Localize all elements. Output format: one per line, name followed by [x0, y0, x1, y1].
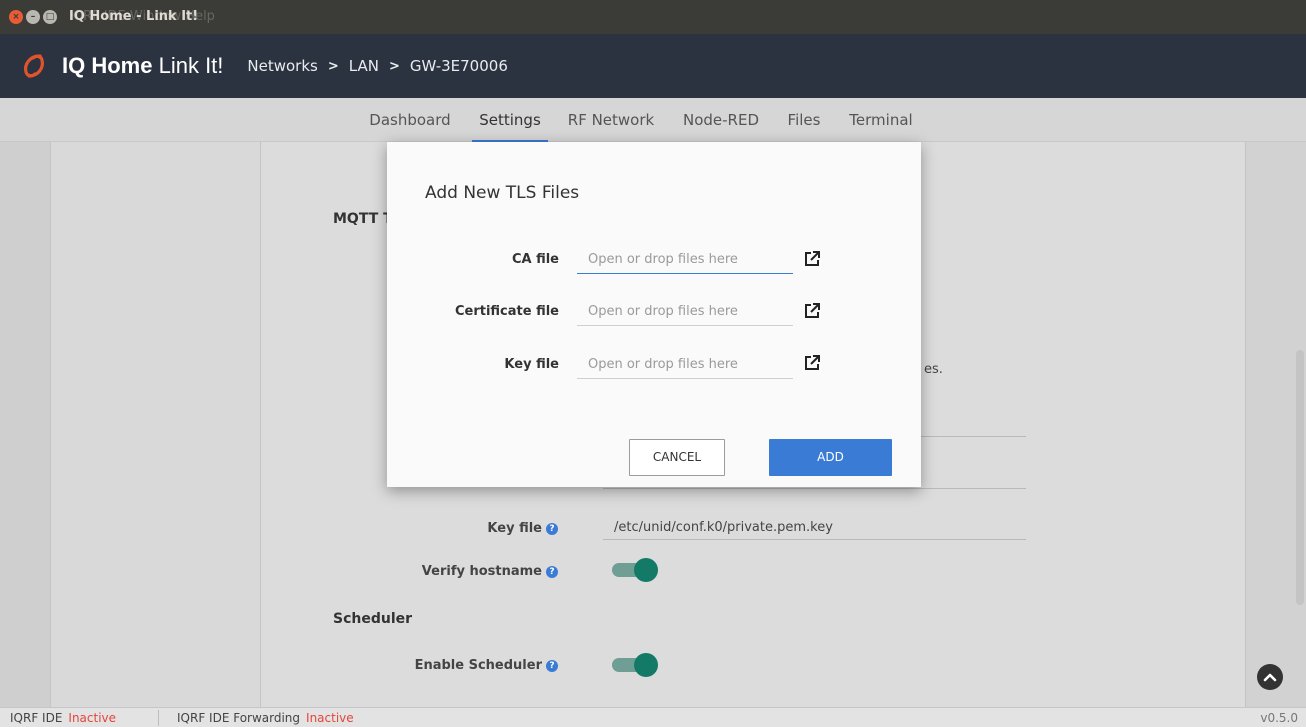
- tab-terminal[interactable]: Terminal: [840, 98, 922, 142]
- breadcrumb: Networks > LAN > GW-3E70006: [247, 57, 507, 75]
- breadcrumb-lan[interactable]: LAN: [349, 57, 379, 75]
- key-file-input[interactable]: Open or drop files here: [577, 351, 793, 379]
- enable-scheduler-label: Enable Scheduler?: [400, 658, 558, 673]
- ide-status-value: Inactive: [68, 711, 117, 725]
- add-tls-files-dialog: Add New TLS Files CA file Open or drop f…: [387, 142, 921, 487]
- enable-scheduler-toggle[interactable]: [612, 653, 658, 677]
- ide-forwarding-label: IQRF IDE Forwarding: [177, 711, 301, 725]
- tab-dashboard[interactable]: Dashboard: [360, 98, 460, 142]
- open-external-icon[interactable]: [801, 352, 823, 374]
- os-title-text: IQ Home - Link It!: [69, 9, 199, 24]
- tab-files[interactable]: Files: [782, 98, 826, 142]
- status-bar: IQRF IDE Inactive IQRF IDE Forwarding Inac…: [0, 707, 1306, 727]
- breadcrumb-networks[interactable]: Networks: [247, 57, 317, 75]
- scroll-to-top-button[interactable]: [1257, 664, 1283, 690]
- minimize-window-icon[interactable]: –: [26, 10, 40, 24]
- left-gutter: [0, 142, 50, 707]
- brand-bold: IQ Home: [62, 53, 153, 78]
- mqtt-section-heading: MQTT T: [333, 211, 393, 227]
- chevron-right-icon: >: [388, 58, 400, 74]
- add-button[interactable]: ADD: [769, 439, 892, 476]
- ca-file-input[interactable]: Open or drop files here: [577, 246, 793, 274]
- left-panel: [50, 142, 260, 707]
- ide-forwarding-status: IQRF IDE Forwarding Inactive: [177, 711, 354, 725]
- input-underline: [603, 488, 1026, 489]
- maximize-window-icon[interactable]: □: [43, 10, 57, 24]
- ide-status: IQRF IDE Inactive: [10, 711, 116, 725]
- brand-light: Link It!: [158, 53, 224, 78]
- help-icon[interactable]: ?: [546, 660, 558, 672]
- key-file-label: Key file?: [420, 521, 558, 536]
- toggle-knob: [634, 558, 658, 582]
- certificate-file-input[interactable]: Open or drop files here: [577, 298, 793, 326]
- enable-scheduler-label-text: Enable Scheduler: [414, 658, 542, 673]
- tab-node-red[interactable]: Node-RED: [676, 98, 766, 142]
- open-external-icon[interactable]: [801, 248, 823, 270]
- close-window-icon[interactable]: ×: [9, 10, 23, 24]
- key-file-label-dialog: Key file: [504, 357, 559, 372]
- tab-rf-network[interactable]: RF Network: [562, 98, 660, 142]
- window-controls: × – □: [9, 10, 57, 24]
- toggle-knob: [634, 653, 658, 677]
- link-logo-icon: [24, 54, 44, 78]
- verify-hostname-label-text: Verify hostname: [421, 564, 542, 579]
- app-brand: IQ Home Link It!: [62, 53, 223, 79]
- help-icon[interactable]: ?: [546, 523, 558, 535]
- verify-hostname-label: Verify hostname?: [400, 564, 558, 579]
- os-title-bar: × – □ IQRF IDE Window Help IQ Home - Lin…: [0, 0, 1306, 34]
- certificate-file-label: Certificate file: [454, 304, 559, 319]
- breadcrumb-gateway[interactable]: GW-3E70006: [410, 57, 508, 75]
- verify-hostname-toggle[interactable]: [612, 558, 658, 582]
- version-label: v0.5.0: [1260, 711, 1298, 725]
- key-file-label-text: Key file: [487, 521, 542, 536]
- ca-file-label: CA file: [511, 252, 559, 267]
- app-header: IQ Home Link It! Networks > LAN > GW-3E7…: [0, 34, 1306, 98]
- ide-status-label: IQRF IDE: [10, 711, 63, 725]
- open-external-icon[interactable]: [801, 300, 823, 322]
- cancel-button[interactable]: CANCEL: [629, 439, 725, 476]
- key-file-value[interactable]: /etc/unid/conf.k0/private.pem.key: [603, 516, 1026, 540]
- os-window-title: IQRF IDE Window Help IQ Home - Link It!: [69, 9, 269, 25]
- tab-bar: Dashboard Settings RF Network Node-RED F…: [0, 98, 1306, 142]
- chevron-right-icon: >: [327, 58, 339, 74]
- chevron-up-icon: [1263, 673, 1277, 682]
- ide-forwarding-value: Inactive: [306, 711, 354, 725]
- dialog-title: Add New TLS Files: [425, 183, 580, 203]
- scheduler-section-heading: Scheduler: [333, 611, 413, 627]
- partial-description-text: es.: [924, 362, 943, 377]
- help-icon[interactable]: ?: [546, 566, 558, 578]
- scrollbar[interactable]: [1296, 350, 1304, 605]
- status-divider: [158, 710, 159, 726]
- tab-settings[interactable]: Settings: [472, 98, 548, 142]
